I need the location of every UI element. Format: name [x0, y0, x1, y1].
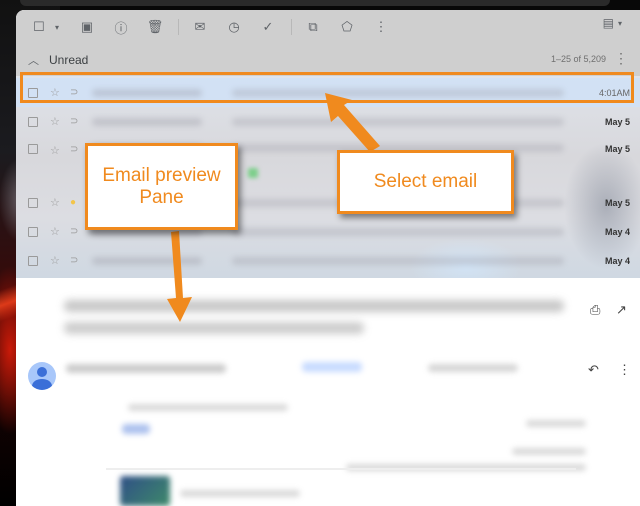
- callout-text-line2: Pane: [139, 186, 184, 208]
- email-date: May 5: [604, 116, 630, 127]
- screenshot-stage: ☐ ▾ ▣ ⓘ 🗑︎ ✉ ◷ ✓ ⧉ ⬠ ⋮ ▤ ▾ ︿ Unread 1–25…: [0, 0, 640, 506]
- star-icon[interactable]: ☆: [50, 254, 62, 267]
- unsubscribe-link-redacted[interactable]: [302, 362, 362, 372]
- subject-redacted: [232, 256, 564, 265]
- select-dropdown-icon[interactable]: ▾: [52, 16, 62, 38]
- email-date: May 5: [604, 197, 630, 208]
- open-in-new-window-icon[interactable]: ↗: [616, 302, 627, 318]
- email-date: May 4: [604, 255, 630, 266]
- select-email-callout: Select email: [337, 150, 514, 214]
- callout-text: Select email: [373, 171, 478, 193]
- more-vert-icon[interactable]: ⋮: [370, 16, 392, 38]
- row-checkbox[interactable]: [28, 226, 38, 237]
- sender-avatar: [28, 362, 56, 390]
- selected-email-highlight: [20, 72, 634, 103]
- avatar-body: [32, 379, 52, 390]
- mark-unread-icon[interactable]: ✉: [189, 16, 211, 38]
- preview-subject-redacted: [64, 300, 564, 312]
- pagination-text: 1–25 of 5,209: [550, 54, 606, 64]
- snooze-icon[interactable]: ◷: [223, 16, 245, 38]
- sender-redacted: [92, 256, 202, 265]
- reply-icon[interactable]: ↶: [588, 362, 599, 378]
- row-checkbox[interactable]: [28, 255, 38, 266]
- important-marker-icon[interactable]: ⊃: [70, 116, 80, 127]
- email-date: May 4: [604, 226, 630, 237]
- toolbar-divider: [178, 19, 179, 35]
- sender-name-redacted: [66, 364, 226, 373]
- chevron-down-icon: ▾: [617, 18, 622, 28]
- attachment-chip: [248, 168, 258, 178]
- label-icon[interactable]: ⬠: [336, 16, 358, 38]
- message-more-icon[interactable]: ⋮: [618, 362, 631, 378]
- email-row[interactable]: ☆ ⊃ May 5: [16, 107, 640, 136]
- important-marker-icon[interactable]: ⊃: [70, 226, 80, 237]
- email-row[interactable]: ☆ ⊃ May 4: [16, 246, 640, 275]
- density-toggle[interactable]: ▤ ▾: [603, 16, 622, 30]
- select-checkbox-icon[interactable]: ☐: [28, 16, 50, 38]
- message-time-redacted: [428, 364, 518, 372]
- body-image-redacted: [120, 476, 170, 506]
- star-icon[interactable]: ☆: [50, 115, 62, 128]
- row-checkbox[interactable]: [28, 197, 38, 208]
- move-to-icon[interactable]: ⧉: [302, 16, 324, 38]
- section-more-icon[interactable]: ⋮: [614, 50, 628, 67]
- window-top-bar: [20, 0, 610, 6]
- preview-subject-redacted: [64, 322, 364, 334]
- row-checkbox[interactable]: [28, 144, 38, 154]
- chevron-up-icon[interactable]: ︿: [28, 52, 39, 68]
- toolbar: ☐ ▾ ▣ ⓘ 🗑︎ ✉ ◷ ✓ ⧉ ⬠ ⋮ ▤ ▾: [16, 10, 640, 44]
- archive-icon[interactable]: ▣: [76, 16, 98, 38]
- body-line-redacted: [512, 448, 586, 455]
- body-divider: [106, 468, 576, 470]
- subject-redacted: [232, 227, 564, 236]
- toolbar-divider: [291, 19, 292, 35]
- email-date: May 5: [604, 144, 630, 154]
- body-line-redacted: [180, 490, 300, 497]
- section-title: Unread: [49, 53, 89, 67]
- email-preview-pane: ⎙ ↗ ↶ ⋮: [16, 278, 640, 506]
- report-spam-icon[interactable]: ⓘ: [110, 16, 132, 38]
- email-preview-pane-callout: Email preview Pane: [85, 143, 238, 230]
- add-to-tasks-icon[interactable]: ✓: [257, 16, 279, 38]
- star-icon[interactable]: ☆: [50, 196, 62, 209]
- delete-icon[interactable]: 🗑︎: [144, 16, 166, 38]
- star-icon[interactable]: ☆: [50, 225, 62, 238]
- sender-redacted: [92, 117, 202, 126]
- view-density-icon: ▤: [602, 16, 614, 30]
- important-marker-icon[interactable]: ⊃: [70, 144, 80, 155]
- avatar-head: [37, 367, 47, 377]
- body-logo-redacted: [122, 424, 150, 434]
- row-checkbox[interactable]: [28, 116, 38, 127]
- important-marker-icon[interactable]: ⊃: [70, 255, 80, 266]
- callout-text-line1: Email preview: [102, 164, 221, 186]
- print-icon[interactable]: ⎙: [590, 302, 600, 318]
- body-line-redacted: [128, 404, 288, 411]
- star-icon[interactable]: ☆: [50, 144, 62, 157]
- subject-redacted: [232, 117, 564, 126]
- body-line-redacted: [526, 420, 586, 427]
- important-marker-icon[interactable]: ●: [70, 197, 80, 208]
